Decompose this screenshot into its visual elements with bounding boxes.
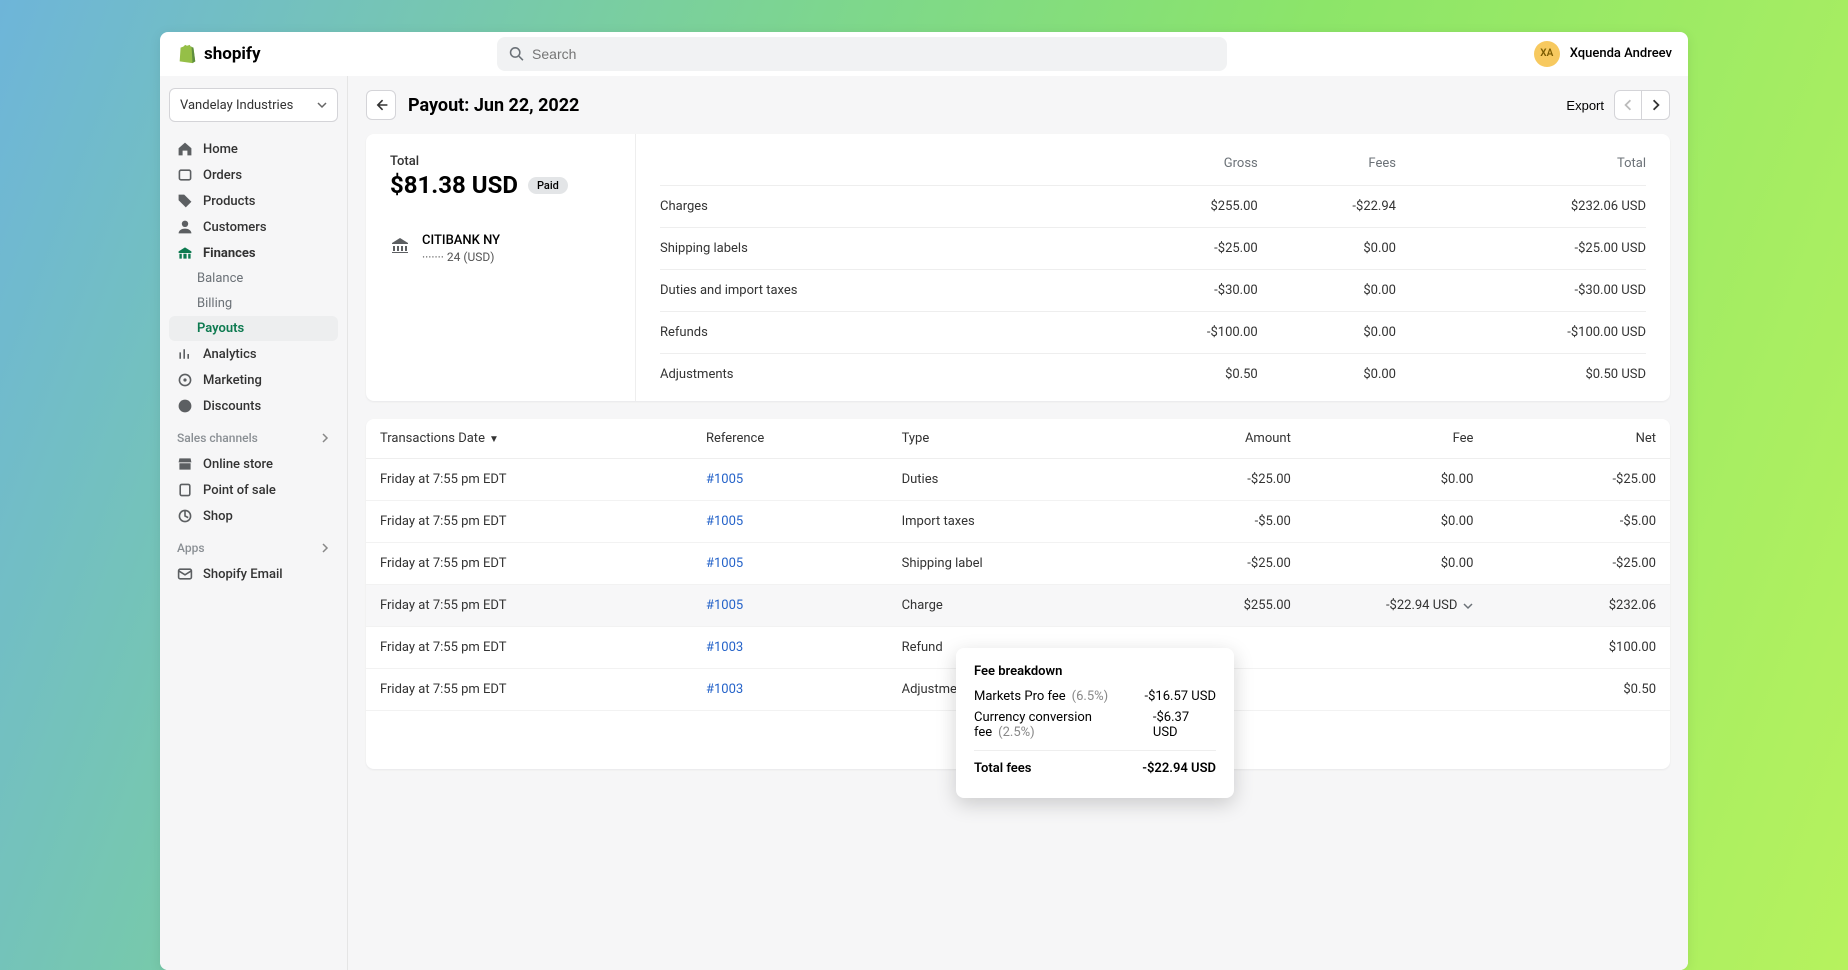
popover-row: Currency conversion fee(2.5%)-$6.37 USD (974, 710, 1216, 740)
bank-account: ······· 24 (USD) (422, 250, 500, 264)
store-icon (177, 456, 193, 472)
shopify-logo[interactable]: shopify (176, 43, 261, 65)
col-date[interactable]: Transactions Date▼ (366, 419, 692, 459)
discount-icon (177, 398, 193, 414)
username: Xquenda Andreev (1570, 46, 1672, 61)
nav-home[interactable]: Home (169, 136, 338, 162)
total-label: Total (390, 154, 611, 169)
reference-link[interactable]: #1005 (706, 598, 743, 613)
popover-total-value: -$22.94 USD (1142, 761, 1216, 776)
nav-billing[interactable]: Billing (169, 291, 338, 316)
popover-row: Markets Pro fee(6.5%)-$16.57 USD (974, 689, 1216, 704)
transaction-row[interactable]: Friday at 7:55 pm EDT#1005Import taxes-$… (366, 501, 1670, 543)
chevron-right-icon (320, 433, 330, 443)
summary-row: Duties and import taxes-$30.00$0.00-$30.… (660, 270, 1646, 312)
target-icon (177, 372, 193, 388)
avatar: XA (1534, 41, 1560, 67)
shop-icon (177, 508, 193, 524)
main-content: Payout: Jun 22, 2022 Export Total $81.38… (348, 76, 1688, 970)
nav-shopify-email[interactable]: Shopify Email (169, 561, 338, 587)
bank-info: CITIBANK NY ······· 24 (USD) (390, 233, 611, 264)
chevron-down-icon (317, 100, 327, 110)
fee-breakdown-popover: Fee breakdown Markets Pro fee(6.5%)-$16.… (956, 648, 1234, 798)
bank-icon (390, 235, 410, 255)
col-amount[interactable]: Amount (1122, 419, 1305, 459)
popover-total-label: Total fees (974, 761, 1031, 776)
shopify-bag-icon (176, 43, 198, 65)
summary-row: Refunds-$100.00$0.00-$100.00 USD (660, 312, 1646, 354)
person-icon (177, 219, 193, 235)
reference-link[interactable]: #1005 (706, 556, 743, 571)
nav-discounts[interactable]: Discounts (169, 393, 338, 419)
nav-analytics[interactable]: Analytics (169, 341, 338, 367)
nav-products[interactable]: Products (169, 188, 338, 214)
analytics-icon (177, 346, 193, 362)
col-fee[interactable]: Fee (1305, 419, 1488, 459)
col-type[interactable]: Type (888, 419, 1123, 459)
status-badge: Paid (528, 177, 568, 194)
total-amount: $81.38 USD (390, 171, 518, 199)
pos-icon (177, 482, 193, 498)
reference-link[interactable]: #1005 (706, 472, 743, 487)
sidebar: Vandelay Industries Home Orders Products… (160, 76, 348, 970)
col-fees: Fees (1258, 148, 1396, 186)
bank-name: CITIBANK NY (422, 233, 500, 248)
transaction-row[interactable]: Friday at 7:55 pm EDT#1005Shipping label… (366, 543, 1670, 585)
col-total: Total (1396, 148, 1646, 186)
orders-icon (177, 167, 193, 183)
page-title: Payout: Jun 22, 2022 (408, 95, 579, 116)
summary-row: Charges$255.00-$22.94$232.06 USD (660, 186, 1646, 228)
col-ref[interactable]: Reference (692, 419, 888, 459)
search-icon (509, 46, 524, 62)
transaction-row[interactable]: Friday at 7:55 pm EDT#1005Duties-$25.00$… (366, 459, 1670, 501)
email-icon (177, 566, 193, 582)
user-menu[interactable]: XA Xquenda Andreev (1534, 41, 1672, 67)
apps-label[interactable]: Apps (169, 529, 338, 561)
reference-link[interactable]: #1005 (706, 514, 743, 529)
export-button[interactable]: Export (1566, 98, 1604, 113)
home-icon (177, 141, 193, 157)
store-selector[interactable]: Vandelay Industries (169, 88, 338, 122)
nav-finances[interactable]: Finances (169, 240, 338, 266)
sales-channels-label[interactable]: Sales channels (169, 419, 338, 451)
chevron-left-icon (1622, 99, 1634, 111)
header-pager (1614, 90, 1670, 120)
nav-orders[interactable]: Orders (169, 162, 338, 188)
popover-title: Fee breakdown (974, 664, 1216, 679)
topbar: shopify XA Xquenda Andreev (160, 32, 1688, 76)
summary-row: Adjustments$0.50$0.00$0.50 USD (660, 354, 1646, 396)
next-payout-button[interactable] (1642, 90, 1670, 120)
brand-text: shopify (204, 44, 261, 64)
reference-link[interactable]: #1003 (706, 640, 743, 655)
prev-payout-button[interactable] (1614, 90, 1642, 120)
nav-customers[interactable]: Customers (169, 214, 338, 240)
nav-pos[interactable]: Point of sale (169, 477, 338, 503)
chevron-down-icon (1463, 601, 1473, 611)
chevron-right-icon (1650, 99, 1662, 111)
search-box[interactable] (497, 37, 1227, 71)
sort-desc-icon: ▼ (489, 434, 499, 445)
chevron-right-icon (320, 543, 330, 553)
tag-icon (177, 193, 193, 209)
summary-row: Shipping labels-$25.00$0.00-$25.00 USD (660, 228, 1646, 270)
nav-shop[interactable]: Shop (169, 503, 338, 529)
arrow-left-icon (373, 97, 389, 113)
col-gross: Gross (1096, 148, 1257, 186)
transaction-row[interactable]: Friday at 7:55 pm EDT#1005Charge$255.00-… (366, 585, 1670, 627)
search-input[interactable] (532, 46, 1215, 62)
back-button[interactable] (366, 90, 396, 120)
reference-link[interactable]: #1003 (706, 682, 743, 697)
nav-marketing[interactable]: Marketing (169, 367, 338, 393)
nav-online-store[interactable]: Online store (169, 451, 338, 477)
bank-icon (177, 245, 193, 261)
nav-balance[interactable]: Balance (169, 266, 338, 291)
col-net[interactable]: Net (1487, 419, 1670, 459)
summary-card: Total $81.38 USD Paid CITIBANK NY ······… (366, 134, 1670, 401)
store-name: Vandelay Industries (180, 98, 293, 113)
nav-payouts[interactable]: Payouts (169, 316, 338, 341)
summary-table: Gross Fees Total Charges$255.00-$22.94$2… (660, 148, 1646, 395)
